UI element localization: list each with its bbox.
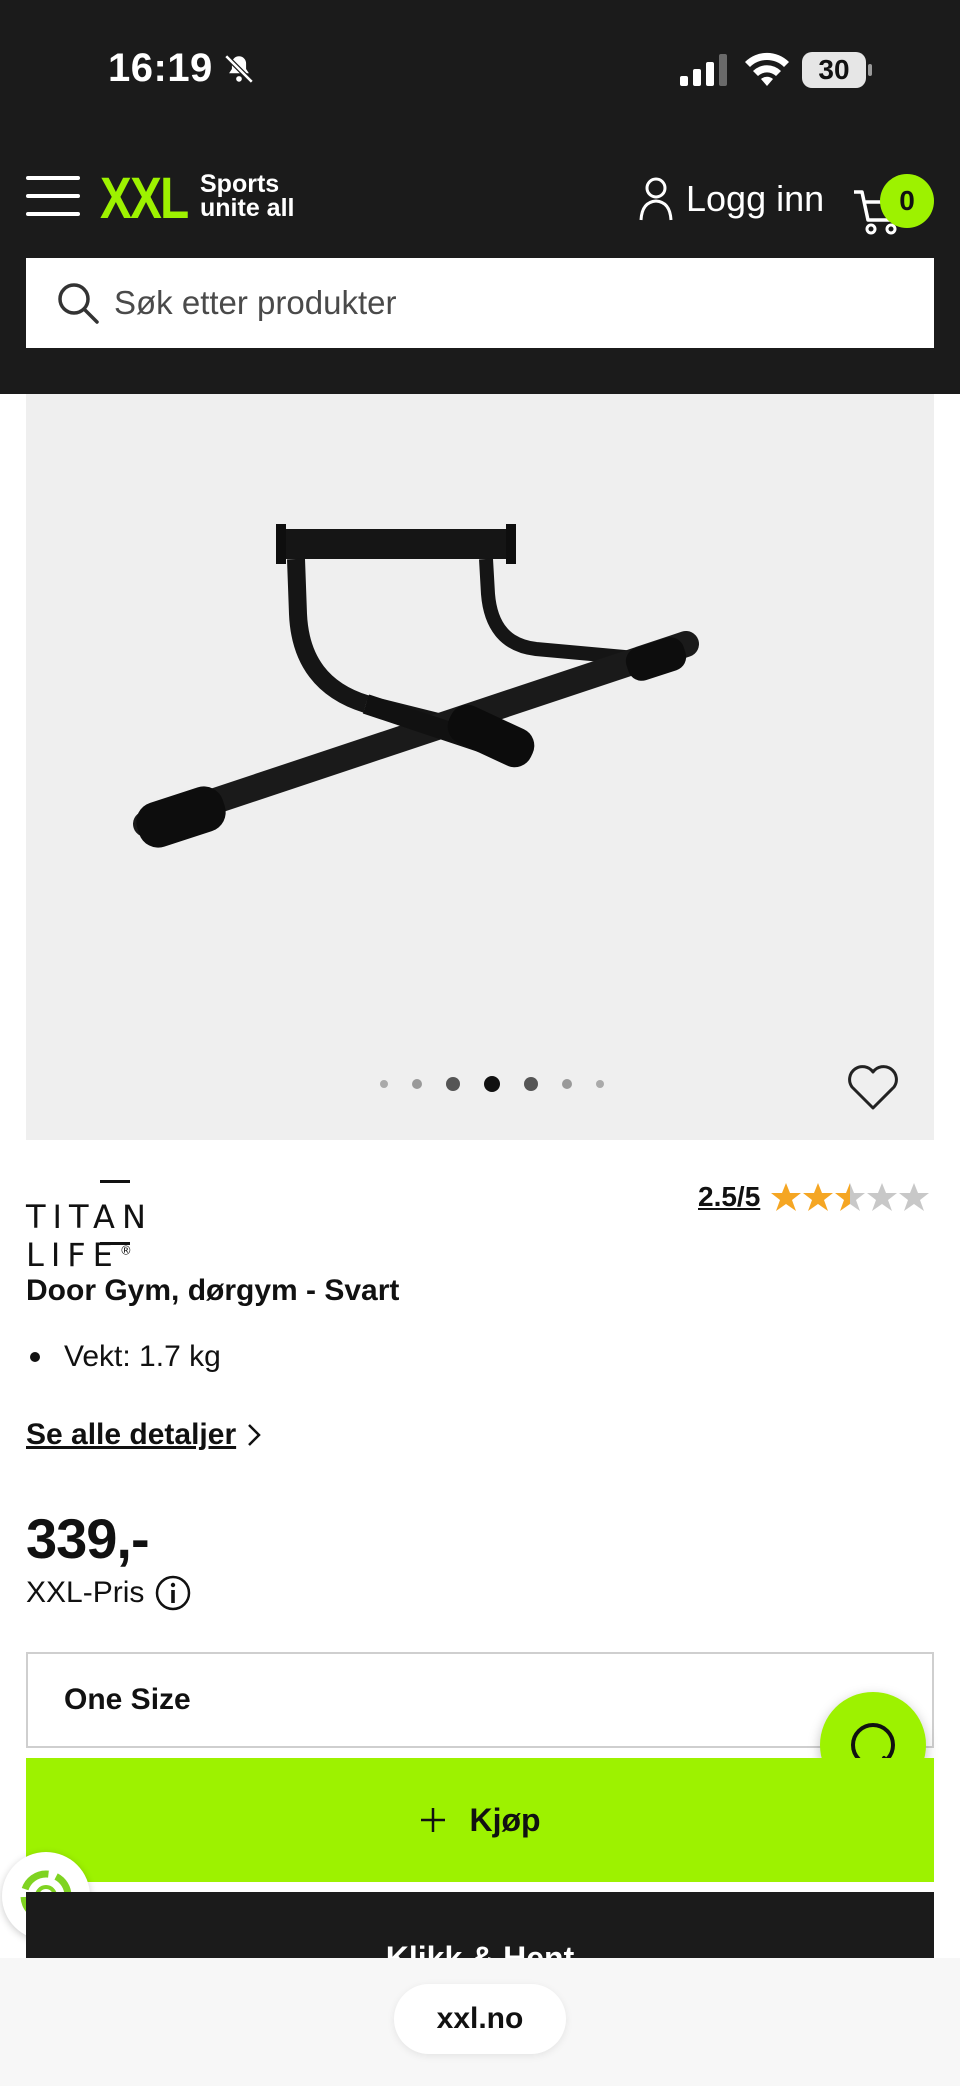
- size-value: One Size: [64, 1683, 191, 1716]
- carousel-dot[interactable]: [446, 1077, 460, 1091]
- battery-indicator: 30: [802, 52, 872, 88]
- status-bar: 16:19 30: [0, 0, 960, 140]
- search-placeholder: Søk etter produkter: [114, 284, 397, 321]
- carousel-dots: [380, 1076, 628, 1092]
- info-icon[interactable]: [154, 1574, 192, 1612]
- product-image: [133, 524, 699, 848]
- product-title: Door Gym, dørgym - Svart: [26, 1274, 400, 1307]
- login-label: Logg inn: [686, 178, 825, 219]
- search-input[interactable]: Søk etter produkter: [26, 258, 934, 348]
- status-time: 16:19: [108, 46, 213, 90]
- user-icon: [639, 177, 673, 221]
- heart-icon[interactable]: [846, 1064, 900, 1112]
- buy-button[interactable]: Kjøp: [26, 1758, 934, 1882]
- site-header: XXL Sports unite all Logg inn 0 Søk ette…: [0, 140, 960, 394]
- search-icon: [58, 283, 99, 324]
- carousel-dot[interactable]: [596, 1080, 604, 1088]
- product-rating[interactable]: 2.5/5: [698, 1180, 930, 1214]
- brand-name: TITAN LIFE®: [26, 1198, 153, 1274]
- carousel-dot[interactable]: [380, 1080, 388, 1088]
- rating-stars: [771, 1183, 930, 1211]
- cart-count-badge: 0: [880, 174, 934, 228]
- carousel-dot[interactable]: [412, 1079, 422, 1089]
- product-price: 339,-: [26, 1507, 150, 1570]
- product-spec-item: Vekt: 1.7 kg: [26, 1340, 221, 1374]
- brand-logo[interactable]: TITAN LIFE®: [26, 1180, 226, 1274]
- buy-label: Kjøp: [469, 1801, 541, 1838]
- product-image-gallery[interactable]: [26, 394, 934, 1140]
- signal-icon: [680, 54, 727, 86]
- plus-icon: [421, 1808, 446, 1832]
- bell-muted-icon: [224, 54, 254, 84]
- carousel-dot-active[interactable]: [484, 1076, 500, 1092]
- chevron-right-icon: [248, 1424, 261, 1446]
- logo-mark: XXL: [100, 166, 189, 231]
- click-and-collect-button[interactable]: Klikk & Hent: [26, 1892, 934, 1962]
- cart-button[interactable]: 0: [852, 174, 934, 244]
- price-label: XXL-Pris: [26, 1574, 192, 1612]
- details-link-label: Se alle detaljer: [26, 1418, 237, 1451]
- rating-text[interactable]: 2.5/5: [698, 1181, 760, 1213]
- url-bar[interactable]: xxl.no: [394, 1984, 566, 2054]
- spec-text: Vekt: 1.7 kg: [64, 1340, 221, 1373]
- carousel-dot[interactable]: [524, 1077, 538, 1091]
- login-button[interactable]: Logg inn: [638, 174, 824, 224]
- browser-bottom-bar: xxl.no: [0, 1958, 960, 2086]
- carousel-dot[interactable]: [562, 1079, 572, 1089]
- xxl-logo[interactable]: XXL Sports unite all: [100, 166, 300, 232]
- hamburger-menu-icon[interactable]: [26, 176, 80, 220]
- size-selector[interactable]: One Size: [26, 1652, 934, 1748]
- logo-tagline: Sports unite all: [200, 170, 295, 222]
- wifi-icon: [745, 52, 789, 86]
- see-all-details-link[interactable]: Se alle detaljer: [26, 1418, 262, 1452]
- battery-level: 30: [818, 54, 850, 85]
